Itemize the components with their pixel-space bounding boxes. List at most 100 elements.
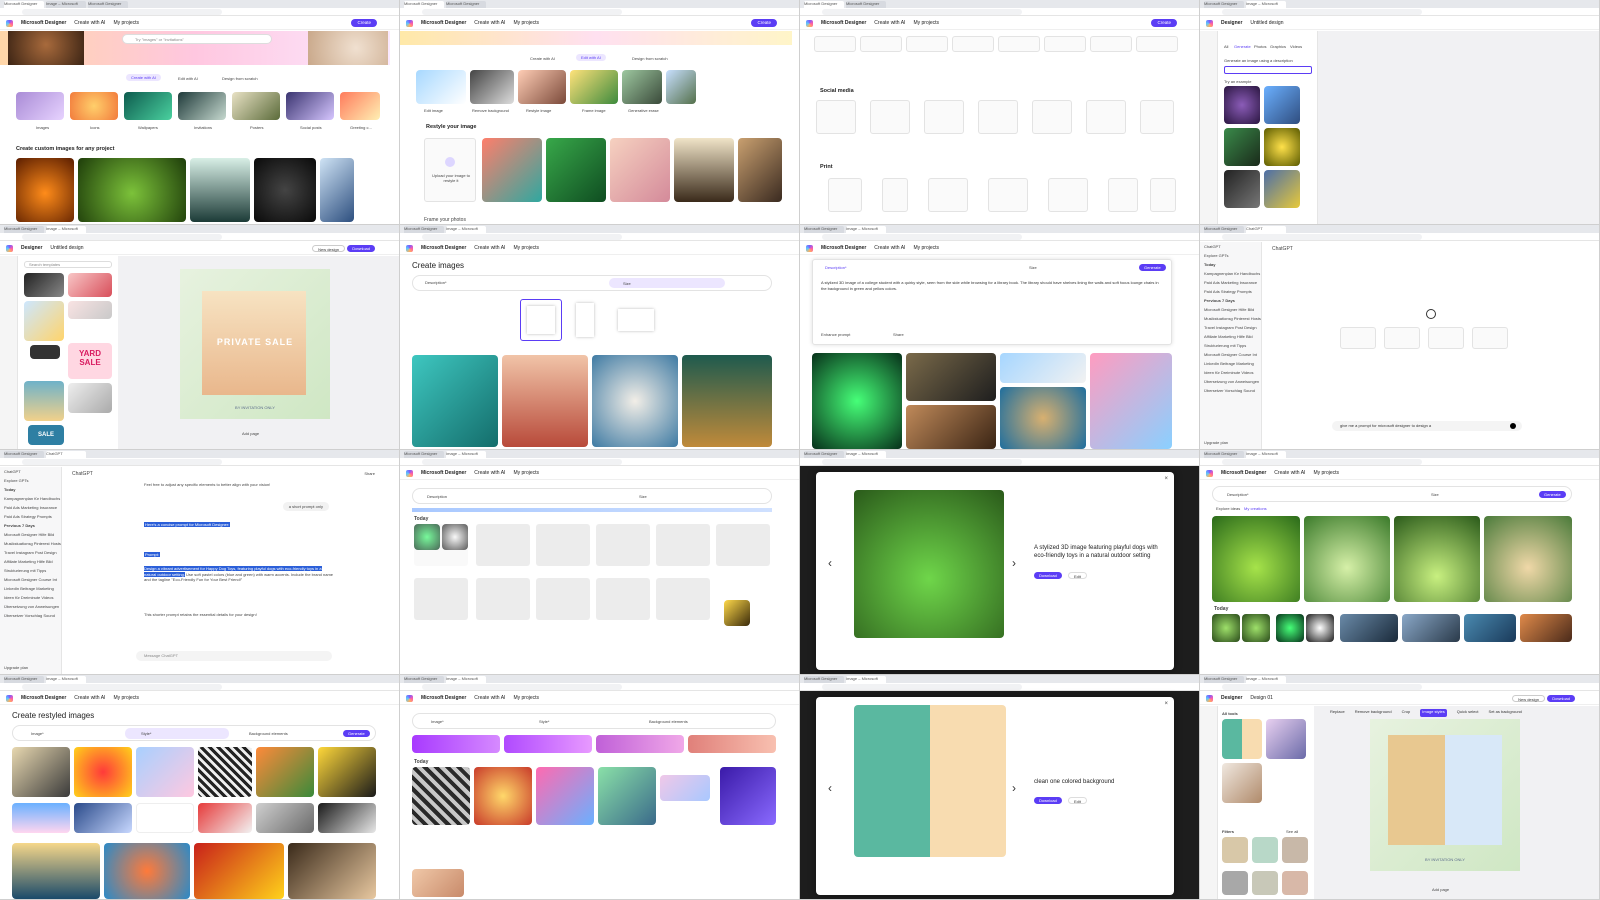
restyle-bar[interactable]: Image* Style* Background elements Genera… (12, 725, 376, 741)
browser-tab[interactable]: Microsoft Designer (404, 676, 444, 683)
generated-image[interactable] (1000, 353, 1086, 383)
nav-my-projects[interactable]: My projects (113, 20, 139, 26)
sidebar-item[interactable]: Paid Ads Strategy Prompts (1200, 287, 1261, 296)
style-option[interactable] (74, 747, 132, 797)
style-option[interactable] (256, 747, 314, 797)
olives-image[interactable] (78, 158, 186, 222)
template-card[interactable] (814, 36, 856, 52)
nav-create-with-ai[interactable]: Create with AI (474, 695, 505, 701)
prompt-bar[interactable]: Description Size (412, 488, 772, 504)
template-card[interactable] (1044, 36, 1086, 52)
browser-tab[interactable]: Microsoft Designer (1204, 226, 1244, 233)
style-option[interactable] (288, 843, 376, 899)
image-label[interactable]: Image* (31, 731, 44, 736)
send-icon[interactable] (1510, 423, 1516, 429)
social-template-card[interactable] (924, 100, 964, 134)
browser-tab[interactable]: Image – Microsoft (46, 226, 86, 233)
address-bar[interactable] (800, 8, 1199, 16)
close-icon[interactable]: × (1164, 701, 1168, 707)
browser-tab[interactable]: Image – Microsoft (846, 676, 886, 683)
nav-my-projects[interactable]: My projects (113, 695, 139, 701)
create-button[interactable]: Create (751, 19, 777, 27)
style-option[interactable] (12, 843, 100, 899)
model-selector[interactable]: ChatGPT (1272, 246, 1293, 252)
enhance-prompt-button[interactable]: Enhance prompt (821, 332, 850, 337)
browser-tab[interactable]: Image – Microsoft (446, 451, 486, 458)
template-card[interactable] (1090, 36, 1132, 52)
suggestion-card[interactable] (1428, 327, 1464, 349)
generated-dog-image[interactable] (854, 490, 1004, 638)
history-thumb[interactable] (1340, 614, 1398, 642)
panel-tab-generate[interactable]: Generate (1234, 44, 1251, 49)
social-template-card[interactable] (1086, 100, 1126, 134)
category-icons[interactable] (70, 92, 118, 120)
category-invitations[interactable] (178, 92, 226, 120)
browser-tab[interactable]: Image – Microsoft (1246, 451, 1286, 458)
address-bar[interactable] (0, 233, 399, 241)
nav-create-with-ai[interactable]: Create with AI (1274, 470, 1305, 476)
nav-create-with-ai[interactable]: Create with AI (474, 245, 505, 251)
suggestion-card[interactable] (1340, 327, 1376, 349)
generated-image[interactable] (1090, 353, 1172, 449)
suggestion-card[interactable] (1472, 327, 1508, 349)
address-bar[interactable] (0, 683, 399, 691)
address-bar[interactable] (1200, 8, 1599, 16)
url-field[interactable] (1222, 9, 1422, 15)
size-selector[interactable]: Size (609, 278, 725, 288)
model-selector[interactable]: ChatGPT (72, 471, 93, 477)
sidebar-item[interactable]: Kampagnenplan für Handbuchs (1200, 269, 1261, 278)
history-thumb[interactable] (1242, 614, 1270, 642)
create-with-ai-option[interactable]: Create with AI (126, 74, 161, 81)
browser-tab[interactable]: Microsoft Designer (804, 226, 844, 233)
history-thumb[interactable] (1520, 614, 1572, 642)
filter-thumb[interactable] (1282, 837, 1308, 863)
sidebar-item[interactable]: Musikstuationsg Pinterest Hosts (0, 539, 61, 548)
restyle-sample[interactable] (738, 138, 782, 202)
inspiration-image[interactable] (592, 355, 678, 447)
download-button[interactable]: Download (1034, 572, 1062, 579)
sidebar-item[interactable]: Ideen für Dreiminute Videos (1200, 368, 1261, 377)
history-thumb[interactable] (1402, 614, 1460, 642)
social-template-card[interactable] (1032, 100, 1072, 134)
sidebar-item[interactable]: Paid Ads Strategy Prompts (0, 512, 61, 521)
sidebar-item[interactable]: Übersetzung von Anweisungen (1200, 377, 1261, 386)
edit-with-ai-option[interactable]: Edit with AI (576, 54, 606, 61)
browser-tab[interactable]: Microsoft Designer (4, 226, 44, 233)
edit-with-ai-option[interactable]: Edit with AI (178, 76, 198, 81)
style-option[interactable] (256, 803, 314, 833)
style-option[interactable] (104, 843, 190, 899)
print-template-card[interactable] (1108, 178, 1138, 212)
size-portrait-option[interactable] (576, 303, 594, 337)
sidebar-item[interactable]: Musikstuationsg Pinterest Hosts (1200, 314, 1261, 323)
address-bar[interactable] (800, 458, 1199, 466)
prompt-paragraph[interactable]: Design a vibrant advertisement for Happy… (144, 566, 334, 583)
template-card[interactable] (860, 36, 902, 52)
upgrade-plan-button[interactable]: Upgrade plan (0, 663, 28, 672)
nav-my-projects[interactable]: My projects (913, 20, 939, 26)
nav-my-projects[interactable]: My projects (913, 245, 939, 251)
filter-thumb[interactable] (1222, 871, 1248, 895)
prompt-card[interactable]: Description* Size Generate A stylized 3D… (812, 259, 1172, 345)
example-image[interactable] (1224, 170, 1260, 208)
design-from-scratch-option[interactable]: Design from scratch (222, 76, 258, 81)
canvas-subline[interactable]: BY INVITATION ONLY (180, 405, 330, 410)
panel-tab-all[interactable]: All (1224, 44, 1228, 49)
style-option[interactable] (318, 747, 376, 797)
style-option[interactable] (198, 803, 252, 833)
nav-create-with-ai[interactable]: Create with AI (874, 245, 905, 251)
prompt-bar[interactable]: Description* Size (412, 275, 772, 291)
inspiration-image[interactable] (412, 355, 498, 447)
example-image-grapes[interactable] (1224, 86, 1260, 124)
url-field[interactable] (1222, 234, 1422, 240)
sidebar-item[interactable]: Übersetzer Vorschlag Sound (0, 611, 61, 620)
sidebar-item[interactable]: Travel Instagram Post Design (1200, 323, 1261, 332)
nav-create-with-ai[interactable]: Create with AI (874, 20, 905, 26)
url-field[interactable] (822, 9, 1022, 15)
generate-button[interactable]: Generate (1139, 264, 1166, 271)
sidebar-item[interactable]: ChatGPT (1200, 242, 1261, 251)
upload-box[interactable]: Upload your image to restyle it (424, 138, 476, 202)
design-title[interactable]: Untitled design (50, 245, 83, 251)
print-template-card[interactable] (828, 178, 862, 212)
filter-thumb[interactable] (1252, 837, 1278, 863)
restyle-sample[interactable] (482, 138, 542, 202)
